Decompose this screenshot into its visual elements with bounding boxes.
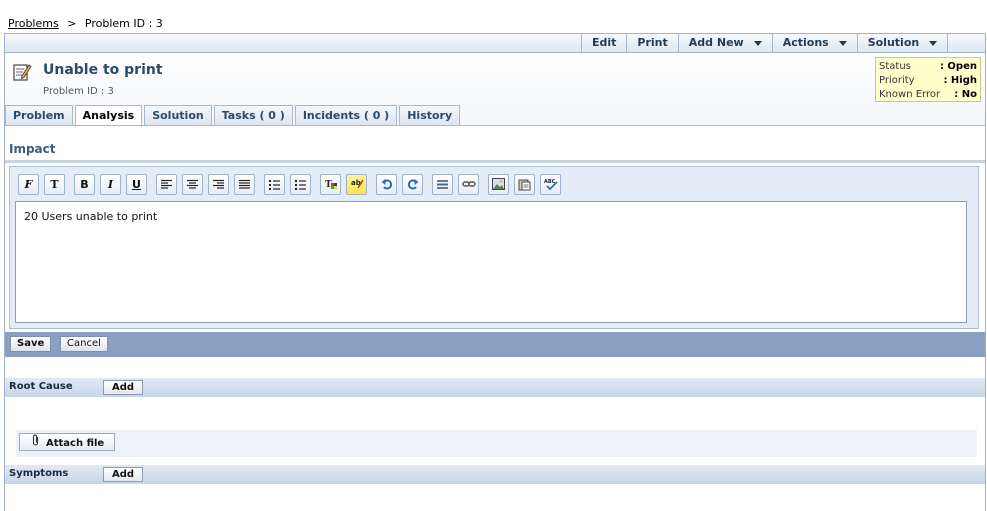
priority-row: Priority : High [879,74,977,88]
save-button[interactable]: Save [10,336,52,352]
action-menu: Edit Print Add New Actions Solution [581,34,987,52]
print-label: Print [637,36,668,49]
align-center-icon[interactable] [182,173,203,195]
impact-section-title: Impact [9,142,56,156]
tab-bar: Problem Analysis Solution Tasks ( 0 ) In… [5,105,462,127]
symptoms-bar: Symptoms Add [5,465,985,484]
actions-label: Actions [782,36,829,49]
status-value: : Open [939,61,977,72]
print-button[interactable]: Print [626,34,677,52]
edit-button[interactable]: Edit [581,34,626,52]
paste-icon[interactable] [514,173,535,195]
attach-file-button[interactable]: Attach file [19,433,115,451]
undo-icon[interactable] [376,173,397,195]
priority-value: : High [943,75,977,86]
chevron-down-icon [753,40,762,46]
numbered-list-icon[interactable] [264,173,285,195]
impact-text-area[interactable]: 20 Users unable to print [15,201,967,323]
bold-icon[interactable]: B [74,173,95,195]
edit-note-icon [13,64,32,81]
impact-editor: F T B I U T ab ABC 20 Users unable to pr… [9,166,979,329]
tab-incidents[interactable]: Incidents ( 0 ) [294,105,398,126]
font-size-icon[interactable]: T [44,173,65,195]
root-cause-label: Root Cause [9,381,73,392]
tab-tasks[interactable]: Tasks ( 0 ) [213,105,293,126]
svg-text:T: T [325,180,332,190]
attach-file-label: Attach file [46,438,105,449]
tab-history[interactable]: History [399,105,461,126]
highlight-icon[interactable]: ab [346,173,367,195]
tab-analysis[interactable]: Analysis [74,105,143,127]
chevron-down-icon [838,40,847,46]
attach-strip: Attach file [16,430,977,457]
chevron-down-icon [929,40,938,46]
problem-id-label: Problem ID : 3 [43,86,114,97]
cancel-button[interactable]: Cancel [60,336,108,352]
link-icon[interactable] [458,173,479,195]
underline-icon[interactable]: U [126,173,147,195]
page-title: Unable to print [43,62,163,78]
breadcrumb: Problems > Problem ID : 3 [8,17,163,30]
text-color-icon[interactable]: T [320,173,341,195]
insert-image-icon[interactable] [488,173,509,195]
status-summary: Status : Open Priority : High Known Erro… [875,57,981,102]
symptoms-label: Symptoms [9,468,69,479]
tab-problem[interactable]: Problem [5,105,73,126]
solution-label: Solution [867,36,920,49]
add-new-label: Add New [688,36,744,49]
add-new-menu[interactable]: Add New [677,34,772,52]
known-error-key: Known Error [879,89,941,100]
spellcheck-icon[interactable]: ABC [540,173,561,195]
redo-icon[interactable] [402,173,423,195]
add-symptom-button[interactable]: Add [103,467,143,482]
status-row: Status : Open [879,60,977,74]
justify-icon[interactable] [234,173,255,195]
font-family-icon[interactable]: F [18,173,39,195]
tab-solution[interactable]: Solution [144,105,212,126]
horizontal-rule-icon[interactable] [432,173,453,195]
align-left-icon[interactable] [156,173,177,195]
tab-divider [5,125,985,126]
status-key: Status [879,61,911,72]
breadcrumb-problems-link[interactable]: Problems [8,17,59,30]
known-error-row: Known Error : No [879,88,977,102]
breadcrumb-separator: > [67,17,77,30]
add-root-cause-button[interactable]: Add [103,380,143,395]
edit-label: Edit [592,36,617,49]
bullet-list-icon[interactable] [290,173,311,195]
solution-menu[interactable]: Solution [856,34,948,52]
known-error-value: : No [954,89,977,100]
editor-toolbar: F T B I U T ab ABC [18,173,566,195]
align-right-icon[interactable] [208,173,229,195]
section-divider [5,160,985,163]
action-bar: Edit Print Add New Actions Solution [4,33,986,53]
menu-spacer [947,34,987,52]
priority-key: Priority [879,75,915,86]
actions-menu[interactable]: Actions [771,34,857,52]
root-cause-bar: Root Cause Add [5,378,985,397]
breadcrumb-current: Problem ID : 3 [84,17,163,30]
italic-icon[interactable]: I [100,173,121,195]
save-bar: Save Cancel [5,332,985,357]
paperclip-icon [30,434,42,452]
